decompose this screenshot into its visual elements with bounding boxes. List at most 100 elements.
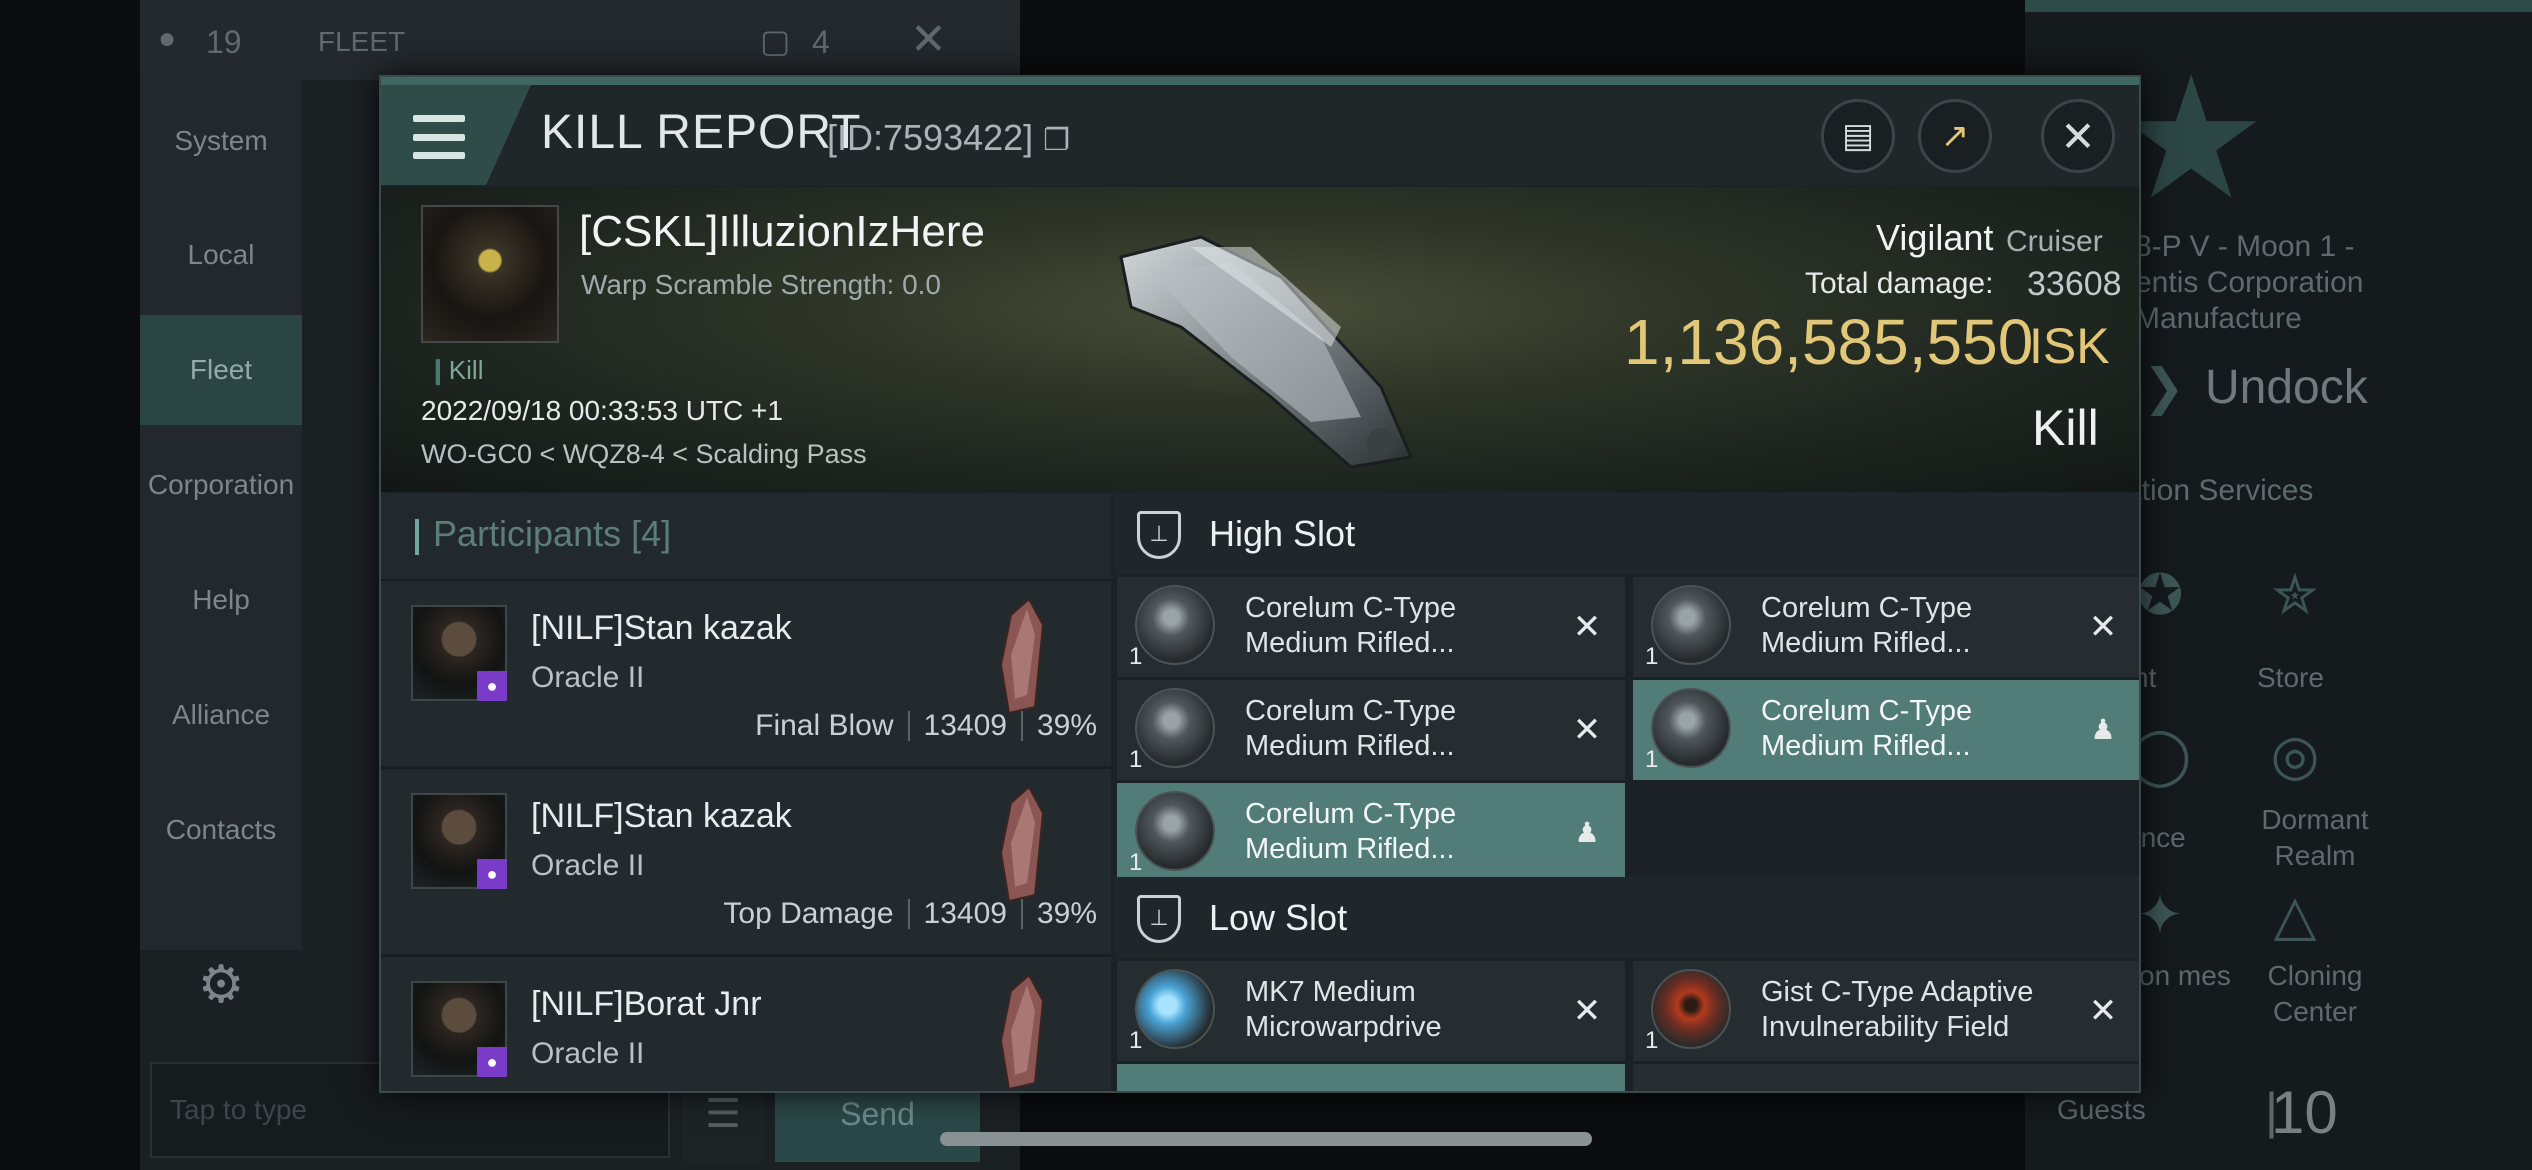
isk-value: 1,136,585,550 xyxy=(1624,306,2034,378)
railgun-module-icon xyxy=(1135,585,1215,665)
kill-id: [ID:7593422] ❐ xyxy=(827,117,1070,159)
participant-ship: Oracle II xyxy=(531,1037,645,1070)
destroyed-x-icon: ✕ xyxy=(2088,992,2118,1030)
clipboard-icon: ▤ xyxy=(1841,117,1875,155)
participant-damage: 13409 xyxy=(923,709,1007,742)
dropped-person-icon: ♟ xyxy=(2090,714,2116,745)
module-qty: 1 xyxy=(1645,643,1659,670)
participant-row[interactable]: ● [NILF]Stan kazak Oracle II Top Damage … xyxy=(381,767,1111,953)
channel-contacts[interactable]: Contacts xyxy=(140,775,302,885)
dropped-person-icon: ♟ xyxy=(1574,817,1600,848)
channel-fleet[interactable]: Fleet xyxy=(140,315,302,425)
corp-badge-icon: ● xyxy=(477,1047,507,1077)
kill-timestamp: 2022/09/18 00:33:53 UTC +1 xyxy=(421,395,783,426)
chat-tab-label[interactable]: FLEET xyxy=(318,26,405,58)
module-qty: 1 xyxy=(1645,746,1659,773)
high-slot-icon: ⊥ xyxy=(1137,511,1181,559)
participant-ship: Oracle II xyxy=(531,849,645,882)
kill-id-text: [ID:7593422] xyxy=(827,117,1034,158)
victim-ship-image[interactable] xyxy=(1081,217,1441,477)
participant-avatar: ● xyxy=(411,793,507,889)
invulnerability-field-module-icon xyxy=(1651,969,1731,1049)
members-icon: ● xyxy=(158,22,177,55)
participant-row[interactable]: ● [NILF]Stan kazak Oracle II Final Blow … xyxy=(381,579,1111,765)
module-name: Corelum C-Type Medium Rifled... xyxy=(1761,695,1973,762)
participant-percent: 39% xyxy=(1036,897,1097,930)
kill-tag: ❙Kill xyxy=(427,355,484,385)
high-slot-header: ⊥ High Slot xyxy=(1115,493,2139,575)
participant-stats: Final Blow 13409 39% xyxy=(755,709,1097,743)
station-panel-topline xyxy=(2025,0,2532,12)
module-qty: 1 xyxy=(1645,1027,1659,1054)
share-button[interactable]: ↗ xyxy=(1918,99,1992,173)
participants-title: Participants [4] xyxy=(433,513,672,554)
destroyed-x-icon: ✕ xyxy=(1572,608,1602,646)
participants-accent xyxy=(415,519,419,555)
participant-avatar: ● xyxy=(411,981,507,1077)
victim-name[interactable]: [CSKL]IlluzionIzHere xyxy=(579,207,985,257)
clipboard-button[interactable]: ▤ xyxy=(1821,99,1895,173)
settings-gear-icon[interactable]: ⚙ xyxy=(140,930,302,1040)
warp-scramble-strength: Warp Scramble Strength: 0.0 xyxy=(581,269,942,300)
oracle-ship-icon xyxy=(999,973,1045,1091)
module-qty: 1 xyxy=(1129,849,1143,876)
victim-avatar[interactable] xyxy=(421,205,559,343)
module-item-partial[interactable] xyxy=(1117,1064,1625,1091)
home-indicator[interactable] xyxy=(940,1132,1592,1146)
corp-badge-icon: ● xyxy=(477,671,507,701)
participant-name: [NILF]Stan kazak xyxy=(531,797,792,835)
close-button[interactable]: ✕ xyxy=(2041,99,2115,173)
service-label-cloning[interactable]: Cloning Center xyxy=(2235,958,2395,1030)
undock-button[interactable]: Undock xyxy=(2205,360,2368,415)
module-item[interactable]: 1 Corelum C-Type Medium Rifled... ♟ xyxy=(1633,680,2139,780)
railgun-module-icon xyxy=(1651,688,1731,768)
dormant-realm-icon[interactable]: ◎ xyxy=(2260,720,2330,790)
kill-result-label: Kill xyxy=(2032,400,2099,456)
railgun-module-icon xyxy=(1135,688,1215,768)
window-icon: ▢ xyxy=(760,23,791,59)
module-item[interactable]: 1 MK7 Medium Microwarpdrive ✕ xyxy=(1117,961,1625,1061)
module-item[interactable]: 1 Gist C-Type Adaptive Invulnerability F… xyxy=(1633,961,2139,1061)
chat-topbar: ● 19 FLEET ▢ 4 ✕ xyxy=(140,0,1020,80)
module-name: Corelum C-Type Medium Rifled... xyxy=(1245,798,1457,865)
station-name-line-2: entis Corporation xyxy=(2135,266,2364,299)
kill-location: WO-GC0 < WQZ8-4 < Scalding Pass xyxy=(421,439,867,469)
microwarpdrive-module-icon xyxy=(1135,969,1215,1049)
high-slot-title: High Slot xyxy=(1209,513,1356,554)
low-slot-header: ⊥ Low Slot xyxy=(1115,877,2139,959)
participant-stat-label: Final Blow xyxy=(755,709,894,742)
participant-ship: Oracle II xyxy=(531,661,645,694)
chat-input-placeholder: Tap to type xyxy=(170,1094,307,1125)
channel-system[interactable]: System xyxy=(140,86,302,196)
page-title: KILL REPORT xyxy=(541,106,862,159)
module-item[interactable]: 1 Corelum C-Type Medium Rifled... ✕ xyxy=(1117,680,1625,780)
chat-channel-sidebar: System Local Fleet Corporation Help Alli… xyxy=(140,70,302,1014)
copy-icon[interactable]: ❐ xyxy=(1043,124,1070,157)
channel-help[interactable]: Help xyxy=(140,545,302,655)
channel-corporation[interactable]: Corporation xyxy=(140,430,302,540)
cloning-icon[interactable]: △ xyxy=(2260,880,2330,950)
chat-close-icon[interactable]: ✕ xyxy=(910,14,947,65)
module-name: Corelum C-Type Medium Rifled... xyxy=(1761,592,1973,659)
service-label-dormant[interactable]: Dormant Realm xyxy=(2235,802,2395,874)
nes-store-icon[interactable]: ✮ xyxy=(2260,560,2330,630)
railgun-module-icon xyxy=(1651,585,1731,665)
destroyed-x-icon: ✕ xyxy=(1572,711,1602,749)
participant-stats: Top Damage 13409 39% xyxy=(723,897,1097,931)
module-qty: 1 xyxy=(1129,1027,1143,1054)
corp-badge-icon: ● xyxy=(477,859,507,889)
module-item[interactable]: 1 Corelum C-Type Medium Rifled... ✕ xyxy=(1117,577,1625,677)
channel-local[interactable]: Local xyxy=(140,200,302,310)
module-item[interactable]: 1 Corelum C-Type Medium Rifled... ♟ xyxy=(1117,783,1625,883)
participant-name: [NILF]Stan kazak xyxy=(531,609,792,647)
module-name: Corelum C-Type Medium Rifled... xyxy=(1245,592,1457,659)
victim-ship-class: Cruiser xyxy=(2006,225,2103,258)
participant-row[interactable]: ● [NILF]Borat Jnr Oracle II xyxy=(381,955,1111,1091)
participant-avatar: ● xyxy=(411,605,507,701)
share-icon: ↗ xyxy=(1940,117,1970,155)
module-item[interactable]: 1 Corelum C-Type Medium Rifled... ✕ xyxy=(1633,577,2139,677)
service-label-store[interactable]: Store xyxy=(2257,662,2324,694)
channel-alliance[interactable]: Alliance xyxy=(140,660,302,770)
participant-damage: 13409 xyxy=(923,897,1007,930)
module-item-partial[interactable] xyxy=(1633,1064,2139,1091)
